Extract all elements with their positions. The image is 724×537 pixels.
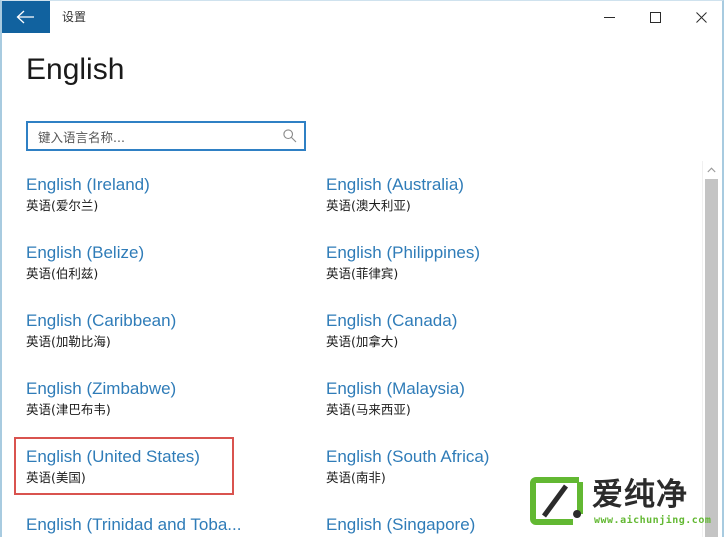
language-name-en: English (Singapore) (326, 515, 476, 534)
settings-window: 设置 English English (Irelan (0, 0, 724, 537)
language-name-en: English (Ireland) (26, 175, 150, 194)
maximize-icon (649, 12, 661, 23)
language-name-cn: 英语(马来西亚) (326, 402, 411, 417)
list-item[interactable]: English (Zimbabwe) 英语(津巴布韦) (26, 379, 176, 418)
language-name-en: English (Australia) (326, 175, 464, 194)
search-icon[interactable] (282, 128, 298, 144)
list-item[interactable]: English (Singapore) (326, 515, 475, 537)
scroll-up-button[interactable] (703, 161, 720, 178)
language-name-en: English (United States) (26, 447, 200, 466)
language-name-cn: 英语(加拿大) (326, 334, 399, 349)
language-name-en: English (Belize) (26, 243, 145, 262)
list-item[interactable]: English (Philippines) 英语(菲律宾) (326, 243, 480, 282)
close-icon (695, 12, 707, 23)
language-name-cn: 英语(美国) (26, 470, 86, 485)
vertical-scrollbar[interactable] (702, 161, 720, 537)
app-title: 设置 (62, 10, 87, 24)
language-name-cn: 英语(菲律宾) (326, 266, 399, 281)
maximize-button[interactable] (632, 1, 678, 33)
close-button[interactable] (678, 1, 722, 33)
language-name-en: English (South Africa) (326, 447, 490, 466)
language-name-en: English (Philippines) (326, 243, 481, 262)
language-name-cn: 英语(南非) (326, 470, 386, 485)
minimize-button[interactable] (586, 1, 632, 33)
list-item[interactable]: English (Trinidad and Toba... (26, 515, 241, 537)
language-name-cn: 英语(爱尔兰) (26, 198, 99, 213)
language-list: English (Ireland) 英语(爱尔兰) English (Beliz… (2, 161, 702, 537)
list-item-selected[interactable]: English (United States) 英语(美国) (26, 447, 200, 486)
language-name-en: English (Malaysia) (326, 379, 465, 398)
page-title: English (26, 53, 125, 86)
language-name-en: English (Zimbabwe) (26, 379, 177, 398)
back-button[interactable] (2, 1, 50, 33)
search-input[interactable] (36, 123, 280, 151)
language-name-en: English (Canada) (326, 311, 458, 330)
search-box[interactable] (26, 121, 306, 151)
title-bar: 设置 (2, 1, 722, 33)
list-item[interactable]: English (Belize) 英语(伯利兹) (26, 243, 144, 282)
language-name-en: English (Trinidad and Toba... (26, 515, 242, 534)
list-item[interactable]: English (Caribbean) 英语(加勒比海) (26, 311, 176, 350)
language-name-cn: 英语(伯利兹) (26, 266, 99, 281)
language-name-cn: 英语(津巴布韦) (26, 402, 111, 417)
list-item[interactable]: English (Canada) 英语(加拿大) (326, 311, 457, 350)
language-name-en: English (Caribbean) (26, 311, 177, 330)
list-item[interactable]: English (Australia) 英语(澳大利亚) (326, 175, 464, 214)
list-item[interactable]: English (Malaysia) 英语(马来西亚) (326, 379, 465, 418)
list-item[interactable]: English (South Africa) 英语(南非) (326, 447, 489, 486)
minimize-icon (603, 17, 615, 18)
language-name-cn: 英语(澳大利亚) (326, 198, 411, 213)
scrollbar-thumb[interactable] (705, 179, 718, 537)
language-name-cn: 英语(加勒比海) (26, 334, 111, 349)
list-item[interactable]: English (Ireland) 英语(爱尔兰) (26, 175, 150, 214)
chevron-up-icon (707, 167, 716, 173)
back-arrow-icon (16, 10, 34, 24)
